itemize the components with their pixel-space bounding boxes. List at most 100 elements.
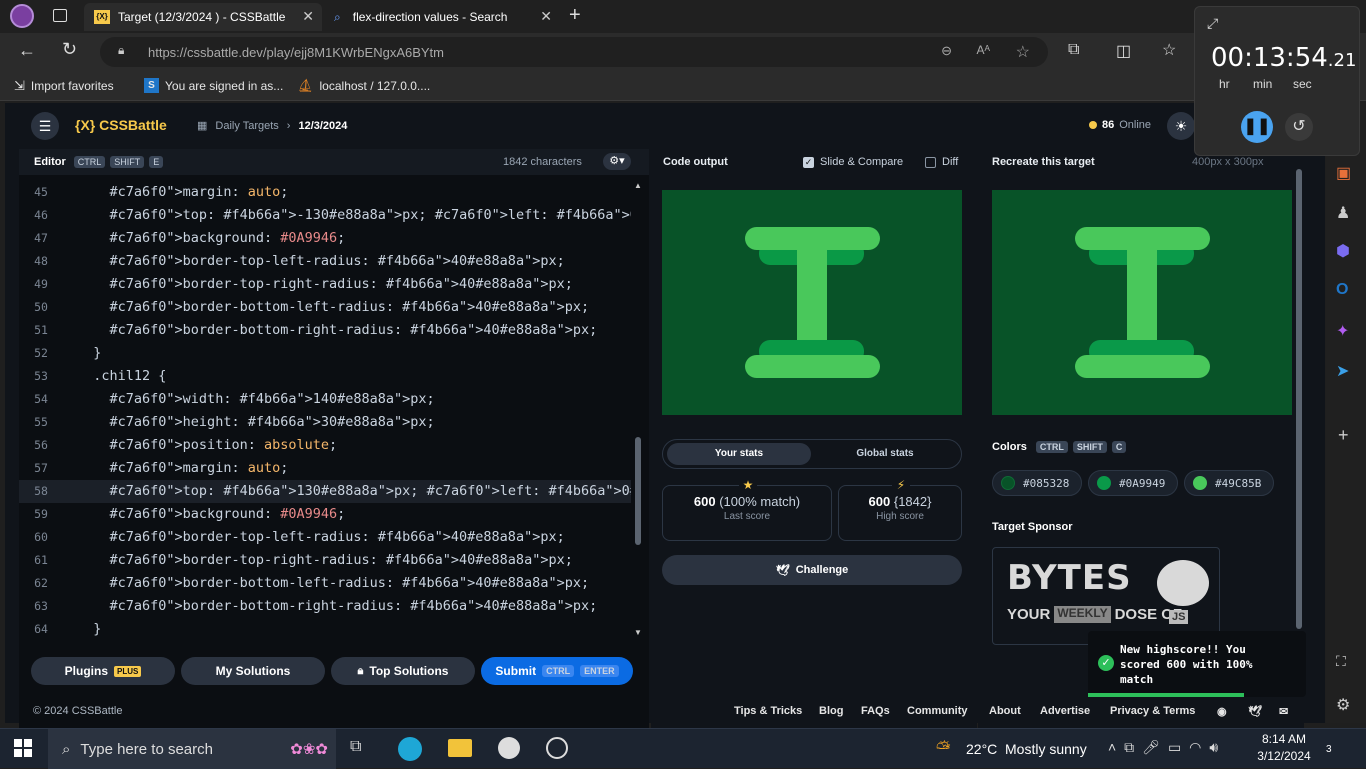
system-tray-icons[interactable]: ˄⧉🎤︎▭◠🔊︎ (1108, 739, 1226, 756)
favorite-import[interactable]: ⇲ Import favorites (14, 78, 114, 94)
footer-about[interactable]: About (989, 705, 1021, 717)
edge-taskbar-icon[interactable] (398, 737, 422, 761)
read-aloud-icon[interactable]: Aᴬ (977, 43, 990, 57)
color-swatch-2[interactable]: #0A9949 (1088, 470, 1178, 496)
send-icon[interactable]: ➤ (1336, 361, 1349, 381)
favorite-localhost[interactable]: ⛵︎ localhost / 127.0.0.... (297, 78, 430, 94)
footer-community[interactable]: Community (907, 705, 968, 717)
menu-button[interactable]: ☰ (31, 112, 59, 140)
code-line[interactable]: 63 #c7a6f0">border-bottom-right-radius: … (19, 595, 631, 618)
people-icon[interactable]: ♟ (1336, 203, 1350, 223)
code-line[interactable]: 62 #c7a6f0">border-bottom-left-radius: #… (19, 572, 631, 595)
windows-start-icon[interactable] (14, 739, 32, 757)
submit-button[interactable]: Submit CTRL ENTER (481, 657, 633, 685)
reset-button[interactable]: ↺ (1285, 113, 1313, 141)
twitter-icon[interactable]: 🕊︎ (1248, 705, 1262, 718)
checkbox-checked-icon[interactable]: ✓ (803, 156, 814, 168)
code-line[interactable]: 56 #c7a6f0">position: absolute; (19, 434, 631, 457)
recorder-icon[interactable] (546, 737, 568, 759)
code-line[interactable]: 46 #c7a6f0">top: #f4b66a">-130#e88a8a">p… (19, 204, 631, 227)
outlook-icon[interactable]: O (1336, 281, 1348, 299)
tab-target[interactable]: {X} Target (12/3/2024 ) - CSSBattle ✕ (84, 3, 322, 31)
my-solutions-button[interactable]: My Solutions (181, 657, 325, 685)
diff-checkbox[interactable]: Diff (925, 156, 958, 168)
editor-scrollbar[interactable]: ▲ ▼ (633, 181, 643, 637)
code-line[interactable]: 55 #c7a6f0">height: #f4b66a">30#e88a8a">… (19, 411, 631, 434)
editor-settings-icon[interactable]: ⚙▾ (603, 153, 631, 170)
code-line[interactable]: 45 #c7a6f0">margin: auto; (19, 181, 631, 204)
scrollbar-thumb[interactable] (635, 437, 641, 545)
footer-tips[interactable]: Tips & Tricks (734, 705, 802, 717)
footer-faqs[interactable]: FAQs (861, 705, 890, 717)
code-line[interactable]: 54 #c7a6f0">width: #f4b66a">140#e88a8a">… (19, 388, 631, 411)
file-explorer-icon[interactable] (448, 739, 472, 757)
clock-time[interactable]: 8:14 AM (1256, 732, 1312, 746)
footer-blog[interactable]: Blog (819, 705, 843, 717)
code-line[interactable]: 50 #c7a6f0">border-bottom-left-radius: #… (19, 296, 631, 319)
checkbox-unchecked-icon[interactable] (925, 156, 936, 168)
breadcrumb-daily-targets[interactable]: Daily Targets (215, 120, 278, 132)
target-canvas[interactable] (992, 190, 1292, 415)
tab-global-stats[interactable]: Global stats (813, 443, 957, 465)
expand-icon[interactable]: ⤢ (1207, 15, 1218, 32)
favorite-star-icon[interactable]: ☆ (1016, 42, 1030, 62)
close-tab-icon[interactable]: ✕ (302, 8, 314, 25)
discord-icon[interactable]: ◉ (1217, 705, 1227, 718)
favorites-icon[interactable]: ☆ (1162, 40, 1176, 60)
scroll-down-icon[interactable]: ▼ (634, 628, 642, 637)
code-editor[interactable]: 45 #c7a6f0">margin: auto; 46 #c7a6f0">top… (19, 181, 631, 637)
profile-avatar[interactable] (10, 4, 34, 28)
weather-text[interactable]: Mostly sunny (1005, 741, 1087, 757)
challenge-button[interactable]: 🕊︎ Challenge (662, 555, 962, 585)
notification-icon[interactable]: 3 (1326, 739, 1332, 755)
plugins-button[interactable]: Plugins PLUS (31, 657, 175, 685)
color-swatch-1[interactable]: #085328 (992, 470, 1082, 496)
footer-advertise[interactable]: Advertise (1040, 705, 1090, 717)
mail-icon[interactable]: ✉ (1279, 705, 1288, 718)
code-line[interactable]: 64 } (19, 618, 631, 637)
add-sidebar-icon[interactable]: + (1338, 425, 1349, 446)
copilot-icon[interactable]: ⬢ (1336, 241, 1350, 261)
shopping-icon[interactable]: ▣ (1336, 163, 1351, 183)
snipping-icon[interactable] (498, 737, 520, 759)
code-output-canvas[interactable] (662, 190, 962, 415)
footer-privacy[interactable]: Privacy & Terms (1110, 705, 1195, 717)
code-line[interactable]: 52 } (19, 342, 631, 365)
tab-your-stats[interactable]: Your stats (667, 443, 811, 465)
code-line[interactable]: 51 #c7a6f0">border-bottom-right-radius: … (19, 319, 631, 342)
weather-temp[interactable]: 22°C (966, 741, 997, 757)
top-solutions-button[interactable]: 🔒︎ Top Solutions (331, 657, 475, 685)
close-tab-icon[interactable]: ✕ (540, 8, 552, 25)
code-line[interactable]: 59 #c7a6f0">background: #0A9946; (19, 503, 631, 526)
slide-compare-checkbox[interactable]: ✓ Slide & Compare (803, 156, 903, 168)
games-icon[interactable]: ✦ (1336, 321, 1349, 341)
clock-date[interactable]: 3/12/2024 (1256, 749, 1312, 763)
favorite-signed-in[interactable]: S You are signed in as... (144, 78, 283, 93)
taskbar-search[interactable]: ⌕ Type here to search ✿❀✿ (48, 729, 336, 769)
split-screen-icon[interactable]: ◫ (1116, 41, 1131, 61)
pause-button[interactable]: ❚❚ (1241, 111, 1273, 143)
code-line[interactable]: 53 .chil12 { (19, 365, 631, 388)
tab-actions-icon[interactable] (53, 9, 67, 22)
refresh-icon[interactable]: ↻ (62, 39, 77, 60)
target-scrollbar[interactable] (1296, 169, 1302, 629)
code-line[interactable]: 61 #c7a6f0">border-top-right-radius: #f4… (19, 549, 631, 572)
new-tab-icon[interactable]: + (569, 4, 581, 27)
logo[interactable]: {X} CSSBattle (75, 117, 167, 133)
code-line[interactable]: 60 #c7a6f0">border-top-left-radius: #f4b… (19, 526, 631, 549)
scroll-up-icon[interactable]: ▲ (634, 181, 642, 190)
code-line[interactable]: 58 #c7a6f0">top: #f4b66a">130#e88a8a">px… (19, 480, 631, 503)
task-view-icon[interactable]: ⧉ (350, 738, 361, 756)
tab-search[interactable]: ⌕ flex-direction values - Search ✕ (324, 3, 560, 31)
code-line[interactable]: 47 #c7a6f0">background: #0A9946; (19, 227, 631, 250)
back-icon[interactable]: ← (18, 40, 36, 61)
screenshot-icon[interactable]: ⛶ (1336, 653, 1346, 670)
zoom-icon[interactable]: ⊖ (941, 43, 952, 59)
color-swatch-3[interactable]: #49C85B (1184, 470, 1274, 496)
url-field[interactable]: 🔒︎ https://cssbattle.dev/play/ejj8M1KWrb… (100, 37, 1048, 67)
extensions-icon[interactable]: ⧉ (1068, 41, 1079, 59)
code-line[interactable]: 48 #c7a6f0">border-top-left-radius: #f4b… (19, 250, 631, 273)
theme-toggle-button[interactable]: ☀ (1167, 112, 1195, 140)
settings-icon[interactable]: ⚙ (1336, 695, 1350, 715)
code-line[interactable]: 49 #c7a6f0">border-top-right-radius: #f4… (19, 273, 631, 296)
